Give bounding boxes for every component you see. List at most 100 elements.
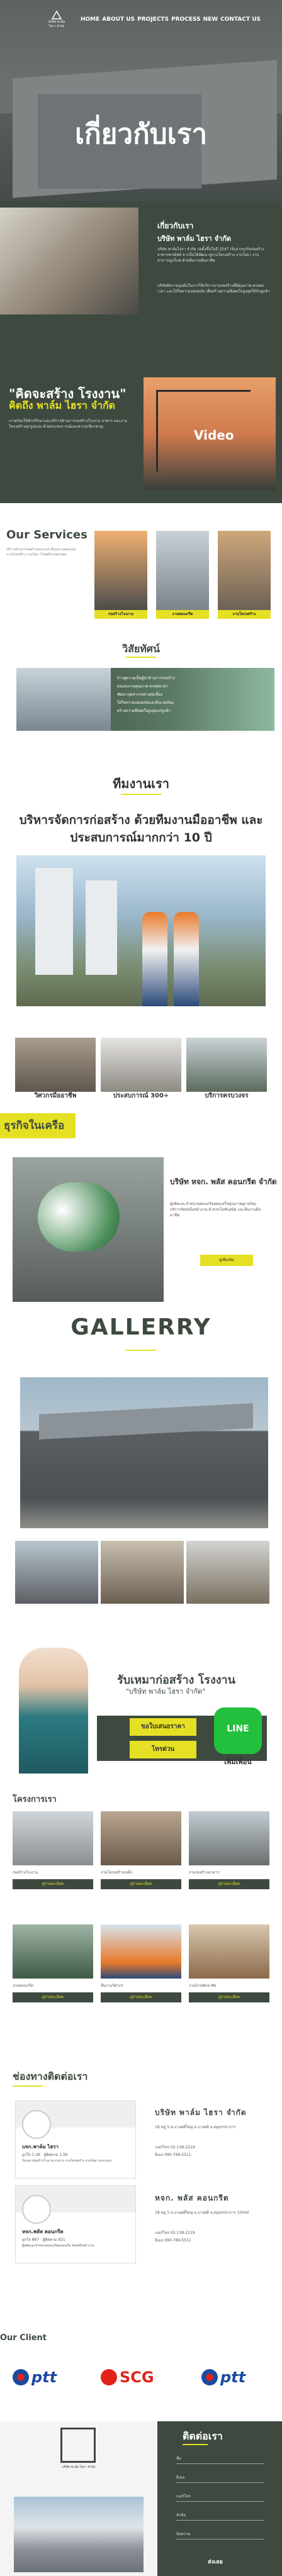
project-image (189, 1924, 269, 1979)
about-quote-2: คิดถึง พาล์ม ไฮรา จำกัด (9, 399, 116, 411)
team-photo (16, 855, 266, 1006)
vision-item: พัฒนาบุคลากรอย่างต่อเนื่อง (117, 692, 163, 697)
company-address-2: 18 หมู่ 5 ต.บางพลีใหญ่ อ.บางพลี จ.สมุทรป… (155, 2211, 249, 2215)
about-video[interactable]: Video (144, 377, 276, 491)
fb-page-desc: รับเหมาก่อสร้างโรงงาน อาคาร งานโครงสร้าง… (22, 2159, 112, 2163)
gallery-main-image[interactable] (20, 1377, 268, 1528)
nav-contact[interactable]: CONTACT US (220, 16, 261, 23)
nav-about[interactable]: ABOUT US (102, 16, 135, 23)
service-card-3[interactable]: งานโครงสร้าง (218, 531, 271, 619)
project-detail-button[interactable]: ดูรายละเอียด (189, 1879, 269, 1889)
client-logo-scg: SCG (101, 2365, 154, 2390)
feature-image-3 (186, 1038, 267, 1092)
service-card-1[interactable]: ก่อสร้างโรงงาน (94, 531, 147, 619)
projects-section: โครงการเรา ก่อสร้างโรงงาน ดูรายละเอียด ง… (0, 1780, 282, 2038)
client-logo-ptt-2: ptt (201, 2365, 245, 2390)
clients-title: Our Client (0, 2333, 47, 2343)
vision-item: ใส่ใจความปลอดภัยและสิ่งแวดล้อม (117, 701, 174, 705)
line-icon[interactable]: LINE (214, 1707, 262, 1754)
vision-section: วิสัยทัศน์ ก้าวสู่ความเป็นผู้นำด้านการก่… (0, 629, 282, 761)
affiliate-heading: ธุรกิจในเครือ (0, 1113, 76, 1138)
company-tel-2[interactable]: เบอร์โทร 02-138-2219 (155, 2230, 268, 2236)
project-detail-button[interactable]: ดูรายละเอียด (101, 1992, 181, 2002)
company-email-1[interactable]: อีเมล 090-789-5511 (155, 2152, 268, 2158)
vision-banner: ก้าวสู่ความเป็นผู้นำด้านการก่อสร้าง ส่งม… (16, 668, 274, 731)
project-image (13, 1811, 93, 1865)
main-nav: HOME ABOUT US PROJECTS PROCESS NEW CONTA… (81, 16, 261, 23)
service-card-2[interactable]: งานคอนกรีต (156, 531, 209, 619)
site-logo[interactable]: บริษัท พาล์ม ไฮรา จำกัด (38, 9, 76, 30)
facebook-card-1[interactable]: บจก.พาล์ม ไฮรา ถูกใจ 1.2K · ผู้ติดตาม 1.… (15, 2101, 136, 2179)
line-add-friend[interactable]: เพิ่มเพื่อน (214, 1756, 262, 1767)
company-address-1: 18 หมู่ 5 ต.บางพลีใหญ่ อ.บางพลี จ.สมุทรป… (155, 2125, 236, 2129)
send-button[interactable]: ส่งเลย (208, 2557, 223, 2566)
name-field[interactable]: ชื่อ (176, 2454, 264, 2464)
vision-item: ก้าวสู่ความเป็นผู้นำด้านการก่อสร้าง (117, 676, 175, 680)
nav-home[interactable]: HOME (81, 16, 99, 23)
project-detail-button[interactable]: ดูรายละเอียด (189, 1992, 269, 2002)
footer-logo-icon (60, 2428, 96, 2463)
project-caption: งานคอนกรีต (13, 1984, 33, 1988)
project-detail-button[interactable]: ดูรายละเอียด (13, 1992, 93, 2002)
about-paragraph-2: บริษัทมีความมุ่งมั่นในการให้บริการงานก่อ… (157, 284, 270, 294)
about-section: เกี่ยวกับเรา บริษัท พาล์ม ไฮรา จำกัด บริ… (0, 201, 282, 503)
crane-arm-shape (156, 390, 251, 392)
gallery-thumb-3[interactable] (186, 1541, 269, 1604)
gallery-thumb-1[interactable] (15, 1541, 98, 1604)
feature-card-3: บริการครบวงจร (186, 1038, 267, 1101)
channel-title: ช่องทางติดต่อเรา (13, 2070, 88, 2082)
fb-page-desc: ผู้ผลิตและจำหน่ายคอนกรีตผสมเสร็จ จัดส่งถ… (22, 2244, 94, 2248)
vision-city-image (16, 668, 111, 731)
service-image-1 (94, 531, 147, 611)
project-card: งานคอนกรีต ดูรายละเอียด (13, 1924, 93, 2006)
services-section: Our Services บริการด้านการก่อสร้างครบวงจ… (0, 503, 282, 629)
team-heading: ทีมงานเรา (113, 776, 169, 791)
feature-card-2: ประสบการณ์ 300+ (101, 1038, 181, 1101)
project-detail-button[interactable]: ดูรายละเอียด (101, 1879, 181, 1889)
subject-label: หัวข้อ (176, 2513, 186, 2518)
quote-button[interactable]: ขอใบเสนอราคา (130, 1718, 196, 1736)
ptt-icon (201, 2369, 218, 2385)
company-email-2[interactable]: อีเมล 090-789-5511 (155, 2238, 268, 2243)
vision-list: ก้าวสู่ความเป็นผู้นำด้านการก่อสร้าง ส่งม… (117, 674, 175, 715)
team-subheading: บริหารจัดการก่อสร้าง ด้วยทีมงานมืออาชีพ … (19, 813, 263, 845)
project-caption: ทีมงานวิศวกร (101, 1984, 123, 1988)
company-tel-1[interactable]: เบอร์โทร 02-138-2219 (155, 2145, 268, 2150)
gallery-title: GALLERRY (70, 1314, 212, 1340)
nav-process[interactable]: PROCESS (171, 16, 201, 23)
about-company-name: บริษัท พาล์ม ไฮรา จำกัด (157, 235, 232, 243)
clients-section: Our Client ptt SCG ptt (0, 2327, 282, 2402)
crane-shape (156, 390, 158, 472)
call-button[interactable]: โทรด่วน (130, 1741, 196, 1758)
phone-field[interactable]: เบอร์โทร (176, 2492, 264, 2502)
service-image-3 (218, 531, 271, 611)
service-label-1: ก่อสร้างโรงงาน (94, 610, 147, 619)
email-field[interactable]: อีเมล (176, 2473, 264, 2483)
affiliate-mixer-image (13, 1157, 164, 1302)
facebook-card-2[interactable]: หจก.พลัส คอนกรีต ถูกใจ 867 · ผู้ติดตาม 9… (15, 2185, 136, 2263)
project-detail-button[interactable]: ดูรายละเอียด (13, 1879, 93, 1889)
contact-banner: รับเหมาก่อสร้าง โรงงาน "บริษัท พาล์ม ไฮร… (0, 1648, 282, 1774)
fb-page-stats: ถูกใจ 1.2K · ผู้ติดตาม 1.5K (22, 2153, 68, 2157)
subject-field[interactable]: หัวข้อ (176, 2511, 264, 2521)
service-label-3: งานโครงสร้าง (218, 610, 271, 619)
vision-item: สร้างความพึงพอใจสูงสุดแก่ลูกค้า (117, 709, 171, 713)
client-name: SCG (120, 2368, 154, 2386)
fb-page-name: บจก.พาล์ม ไฮรา (22, 2144, 59, 2150)
fb-page-name: หจก.พลัส คอนกรีต (22, 2229, 64, 2235)
gallery-thumb-2[interactable] (101, 1541, 184, 1604)
logo-text-1: บริษัท พาล์ม (48, 20, 65, 24)
nav-new[interactable]: NEW (203, 16, 218, 23)
nav-projects[interactable]: PROJECTS (137, 16, 169, 23)
message-label: ข้อความ (176, 2532, 191, 2536)
vision-underline (126, 657, 156, 658)
phone-label: เบอร์โทร (176, 2494, 191, 2499)
feature-image-1 (15, 1038, 96, 1092)
name-label: ชื่อ (176, 2457, 181, 2461)
feature-image-2 (101, 1038, 181, 1092)
affiliate-more-button[interactable]: ดูเพิ่มเติม (200, 1255, 253, 1266)
message-field[interactable]: ข้อความ (176, 2529, 264, 2540)
ptt-icon (13, 2369, 29, 2385)
gallery-underline (126, 1350, 156, 1351)
project-image (101, 1811, 181, 1865)
